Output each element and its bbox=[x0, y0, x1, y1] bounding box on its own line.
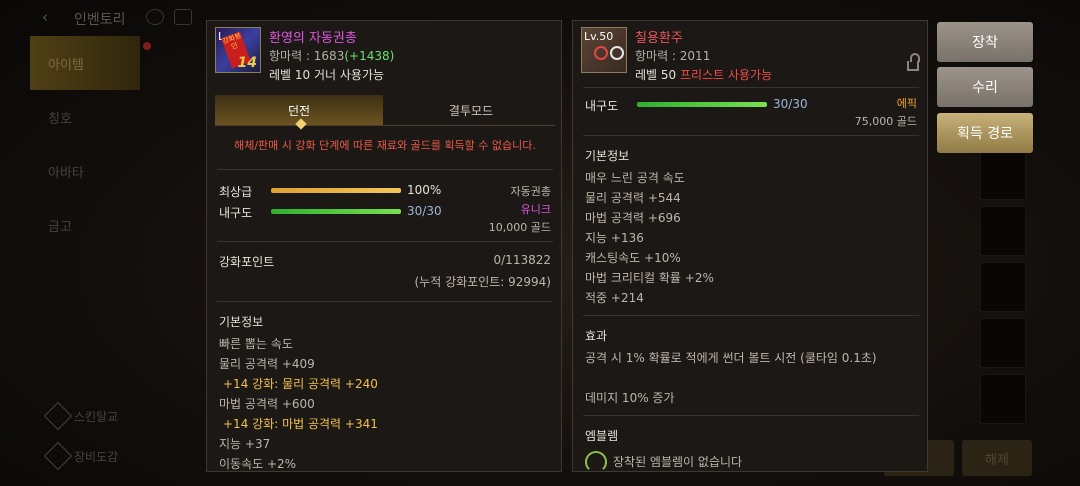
ring-icon bbox=[594, 46, 624, 60]
armor-value: 항마력 : 1683 bbox=[269, 49, 345, 63]
item-armor: 항마력 : 1683(+1438) bbox=[269, 47, 394, 64]
durability-label: 내구도 bbox=[585, 99, 619, 113]
level-prefix: 레벨 50 bbox=[635, 68, 677, 82]
repair-button[interactable]: 수리 bbox=[937, 67, 1033, 107]
stat-line: 물리 공격력 +544 bbox=[585, 191, 681, 205]
stat-line: 마법 크리티컬 확률 +2% bbox=[585, 271, 714, 285]
basic-info-title: 기본정보 bbox=[585, 149, 630, 163]
emblem-empty-text: 장착된 엠블렘이 없습니다 bbox=[613, 455, 743, 469]
divider bbox=[583, 315, 919, 316]
durability-value: 30/30 bbox=[773, 97, 808, 111]
warning-text: 해체/판매 시 강화 단계에 따른 재료와 골드를 획득할 수 없습니다. bbox=[234, 139, 536, 152]
emblem-slot-icon bbox=[585, 451, 607, 471]
grade-bar bbox=[271, 188, 401, 193]
durability-bar bbox=[637, 102, 767, 107]
armor-bonus: (+1438) bbox=[344, 49, 395, 63]
stat-line: 적중 +214 bbox=[585, 291, 644, 305]
lock-icon[interactable] bbox=[907, 53, 920, 71]
stat-line: 마법 공격력 +600 bbox=[219, 397, 315, 411]
item-header: Lv.50 칠용환주 항마력 : 2011 레벨 50 프리스트 사용가능 bbox=[573, 21, 927, 89]
stat-line: 매우 느린 공격 속도 bbox=[585, 171, 685, 185]
stat-line: 지능 +136 bbox=[585, 231, 644, 245]
item-name: 칠용환주 bbox=[635, 31, 683, 46]
effect-line: 데미지 10% 증가 bbox=[585, 391, 675, 405]
item-armor: 항마력 : 2011 bbox=[635, 49, 711, 63]
divider bbox=[217, 241, 553, 242]
enhance-level: 14 bbox=[237, 55, 257, 71]
item-level-tag: Lv.50 bbox=[584, 30, 614, 43]
tab-pvp[interactable]: 결투모드 bbox=[387, 95, 555, 125]
stat-line: 마법 공격력 +696 bbox=[585, 211, 681, 225]
basic-info-title: 기본정보 bbox=[219, 315, 264, 329]
item-thumbnail: L 강화봉인 14 bbox=[215, 27, 261, 73]
item-name: 환영의 자동권총 bbox=[269, 31, 357, 46]
item-header: L 강화봉인 14 환영의 자동권총 항마력 : 1683(+1438) 레벨 … bbox=[207, 21, 561, 89]
enhance-stat-line: +14 강화: 물리 공격력 +240 bbox=[223, 377, 378, 391]
emblem-title: 엠블렘 bbox=[585, 429, 619, 443]
item-level-req: 레벨 10 거너 사용가능 bbox=[269, 68, 385, 82]
stat-line: 빠른 뽑는 속도 bbox=[219, 337, 293, 351]
item-tooltip-equipped: Lv.50 칠용환주 항마력 : 2011 레벨 50 프리스트 사용가능 내구… bbox=[572, 20, 928, 472]
item-type: 자동권총 bbox=[510, 185, 551, 198]
item-rarity: 유니크 bbox=[520, 203, 551, 216]
effect-title: 효과 bbox=[585, 329, 608, 343]
divider bbox=[217, 301, 553, 302]
item-thumbnail: Lv.50 bbox=[581, 27, 627, 73]
item-rarity: 에픽 bbox=[896, 97, 917, 110]
acquire-route-button[interactable]: 획득 경로 bbox=[937, 113, 1033, 153]
enhance-stat-line: +14 강화: 마법 공격력 +341 bbox=[223, 417, 378, 431]
divider bbox=[583, 415, 919, 416]
item-price: 75,000 골드 bbox=[854, 115, 917, 128]
grade-value: 100% bbox=[407, 183, 442, 197]
durability-label: 내구도 bbox=[219, 206, 253, 220]
effect-line: 공격 시 1% 확률로 적에게 썬더 볼트 시전 (쿨타임 0.1초) bbox=[585, 351, 877, 365]
item-level-req: 레벨 50 프리스트 사용가능 bbox=[635, 66, 772, 83]
divider bbox=[583, 87, 919, 88]
grade-label: 최상급 bbox=[219, 185, 253, 199]
divider bbox=[217, 169, 553, 170]
divider bbox=[583, 135, 919, 136]
stat-line: 이동속도 +2% bbox=[219, 457, 297, 471]
durability-value: 30/30 bbox=[407, 204, 442, 218]
equip-button[interactable]: 장착 bbox=[937, 22, 1033, 62]
class-requirement: 프리스트 사용가능 bbox=[680, 68, 773, 82]
item-tooltip-compare: L 강화봉인 14 환영의 자동권총 항마력 : 1683(+1438) 레벨 … bbox=[206, 20, 562, 472]
reinforce-total: (누적 강화포인트: 92994) bbox=[414, 275, 552, 289]
durability-bar bbox=[271, 209, 401, 214]
reinforce-label: 강화포인트 bbox=[219, 255, 275, 269]
item-price: 10,000 골드 bbox=[488, 221, 551, 234]
reinforce-value: 0/113822 bbox=[493, 253, 552, 267]
stat-line: 지능 +37 bbox=[219, 437, 271, 451]
stat-line: 캐스팅속도 +10% bbox=[585, 251, 681, 265]
stat-line: 물리 공격력 +409 bbox=[219, 357, 315, 371]
mode-tabs: 던전 결투모드 bbox=[215, 95, 555, 130]
